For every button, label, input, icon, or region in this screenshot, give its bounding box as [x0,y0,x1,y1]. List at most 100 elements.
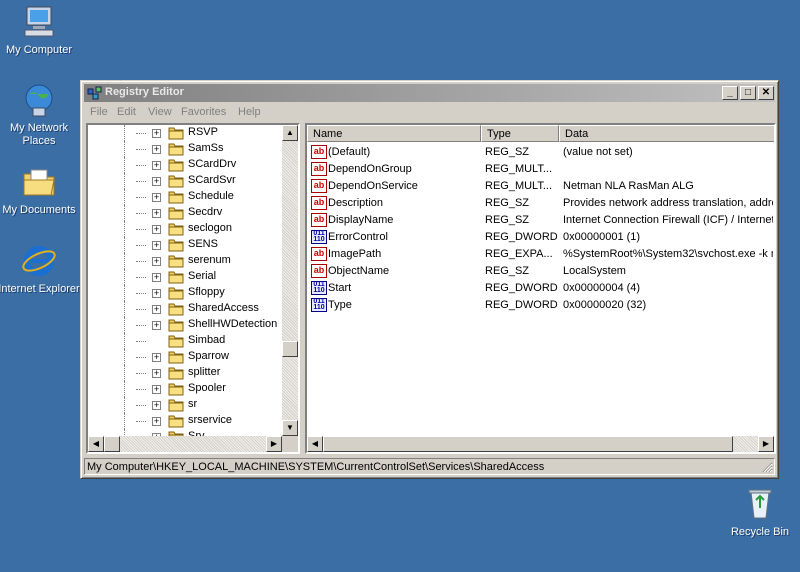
list-scroll-left-button[interactable]: ◀ [307,436,323,452]
desktop-icon-recycle-bin[interactable]: Recycle Bin [718,486,800,539]
my-computer-icon [21,4,57,40]
tree-item[interactable]: + Schedule [88,189,278,205]
tree-item[interactable]: + Sfloppy [88,285,278,301]
column-header-data[interactable]: Data [559,125,774,142]
tree-item[interactable]: + Secdrv [88,205,278,221]
value-row[interactable]: ab Description REG_SZ Provides network addr… [307,195,774,212]
reg-string-value-icon: ab [311,264,327,278]
tree-item-label: SamSs [188,142,224,154]
tree-item[interactable]: Simbad [88,333,278,349]
tree-item[interactable]: + seclogon [88,221,278,237]
tree-hscroll-thumb[interactable] [104,436,120,452]
expand-plus-icon[interactable]: + [152,305,161,314]
tree-item-label: serenum [188,254,231,266]
value-row[interactable]: ab DependOnGroup REG_MULT... [307,161,774,178]
column-header-name[interactable]: Name [307,125,481,142]
tree-connector [136,149,146,150]
tree-item[interactable]: + Sparrow [88,349,278,365]
value-row[interactable]: ab ObjectName REG_SZ LocalSystem [307,263,774,280]
value-row[interactable]: ab DisplayName REG_SZ Internet Connection F… [307,212,774,229]
tree-item[interactable]: + SamSs [88,141,278,157]
value-row[interactable]: ab DependOnService REG_MULT... Netman NLA R… [307,178,774,195]
tree-connector [136,341,146,342]
expand-plus-icon[interactable]: + [152,145,161,154]
value-row[interactable]: 011 110 Type REG_DWORD 0x00000020 (32) [307,297,774,314]
menu-file[interactable]: File [90,106,108,118]
desktop-icon-network-places[interactable]: My Network Places [0,82,81,148]
tree-scroll-down-button[interactable]: ▼ [282,420,298,436]
tree-item-label: Sfloppy [188,286,225,298]
folder-icon [168,190,184,204]
tree-vertical-scrollbar[interactable] [282,125,298,436]
desktop-icon-my-documents[interactable]: My Documents [0,164,81,217]
expand-plus-icon[interactable]: + [152,129,161,138]
value-data: 0x00000001 (1) [563,231,641,243]
expand-plus-icon[interactable]: + [152,417,161,426]
tree-scroll-up-button[interactable]: ▲ [282,125,298,141]
menu-favorites[interactable]: Favorites [181,106,226,118]
tree-connector [136,277,146,278]
expand-plus-icon[interactable]: + [152,321,161,330]
tree-item[interactable]: + SENS [88,237,278,253]
expand-plus-icon[interactable]: + [152,161,161,170]
desktop-icon-my-computer[interactable]: My Computer [0,4,81,57]
tree-item-label: SharedAccess [188,302,259,314]
expand-plus-icon[interactable]: + [152,209,161,218]
tree-item[interactable]: + SharedAccess [88,301,278,317]
value-data: Netman NLA RasMan ALG [563,180,694,192]
key-tree-pane[interactable]: + RSVP + SamSs + SCardDrv + SCardSvr + Schedule + S… [86,123,300,454]
menu-bar: File Edit View Favorites Help [84,104,775,122]
value-row[interactable]: ab ImagePath REG_EXPA... %SystemRoot%\Syste… [307,246,774,263]
value-row[interactable]: 011 110 Start REG_DWORD 0x00000004 (4) [307,280,774,297]
tree-item[interactable]: + RSVP [88,125,278,141]
tree-item[interactable]: + sr [88,397,278,413]
tree-item[interactable]: + splitter [88,365,278,381]
reg-string-value-icon: ab [311,145,327,159]
tree-scroll-thumb[interactable] [282,341,298,357]
menu-edit[interactable]: Edit [117,106,136,118]
desktop-icon-label: Recycle Bin [730,526,790,538]
expand-plus-icon[interactable]: + [152,401,161,410]
value-name: ObjectName [328,265,390,277]
reg-binary-value-icon: 011 110 [311,281,327,295]
value-type: REG_DWORD [485,282,558,294]
expand-plus-icon[interactable]: + [152,353,161,362]
expand-plus-icon[interactable]: + [152,289,161,298]
value-data: %SystemRoot%\System32\svchost.exe -k n [563,248,773,260]
maximize-button[interactable]: □ [740,86,756,100]
tree-connector [124,349,125,365]
minimize-button[interactable]: _ [722,86,738,100]
expand-plus-icon[interactable]: + [152,273,161,282]
list-hscroll-thumb[interactable] [323,436,733,452]
expand-plus-icon[interactable]: + [152,193,161,202]
tree-scroll-left-button[interactable]: ◀ [88,436,104,452]
tree-item[interactable]: + srservice [88,413,278,429]
column-header-type[interactable]: Type [481,125,559,142]
desktop-icon-internet-explorer[interactable]: Internet Explorer [0,243,81,296]
tree-item[interactable]: + Spooler [88,381,278,397]
close-button[interactable]: ✕ [758,86,774,100]
tree-item[interactable]: + Serial [88,269,278,285]
tree-scroll-right-button[interactable]: ▶ [266,436,282,452]
expand-plus-icon[interactable]: + [152,177,161,186]
tree-item[interactable]: + ShellHWDetection [88,317,278,333]
folder-icon [168,398,184,412]
expand-plus-icon[interactable]: + [152,369,161,378]
expand-plus-icon[interactable]: + [152,241,161,250]
folder-icon [168,302,184,316]
menu-help[interactable]: Help [238,106,261,118]
expand-plus-icon[interactable]: + [152,225,161,234]
resize-grip-icon[interactable] [761,461,773,473]
expand-plus-icon[interactable]: + [152,385,161,394]
tree-item[interactable]: + SCardDrv [88,157,278,173]
value-row[interactable]: ab (Default) REG_SZ (value not set) [307,144,774,161]
tree-item[interactable]: + SCardSvr [88,173,278,189]
menu-view[interactable]: View [148,106,172,118]
value-list-pane[interactable]: Name Type Data ab (Default) REG_SZ (value n… [305,123,776,454]
expand-plus-icon[interactable]: + [152,257,161,266]
list-scroll-right-button[interactable]: ▶ [758,436,774,452]
value-row[interactable]: 011 110 ErrorControl REG_DWORD 0x00000001 (1… [307,229,774,246]
tree-connector [124,397,125,413]
tree-item[interactable]: + serenum [88,253,278,269]
title-bar[interactable]: Registry Editor _ □ ✕ [84,84,775,102]
